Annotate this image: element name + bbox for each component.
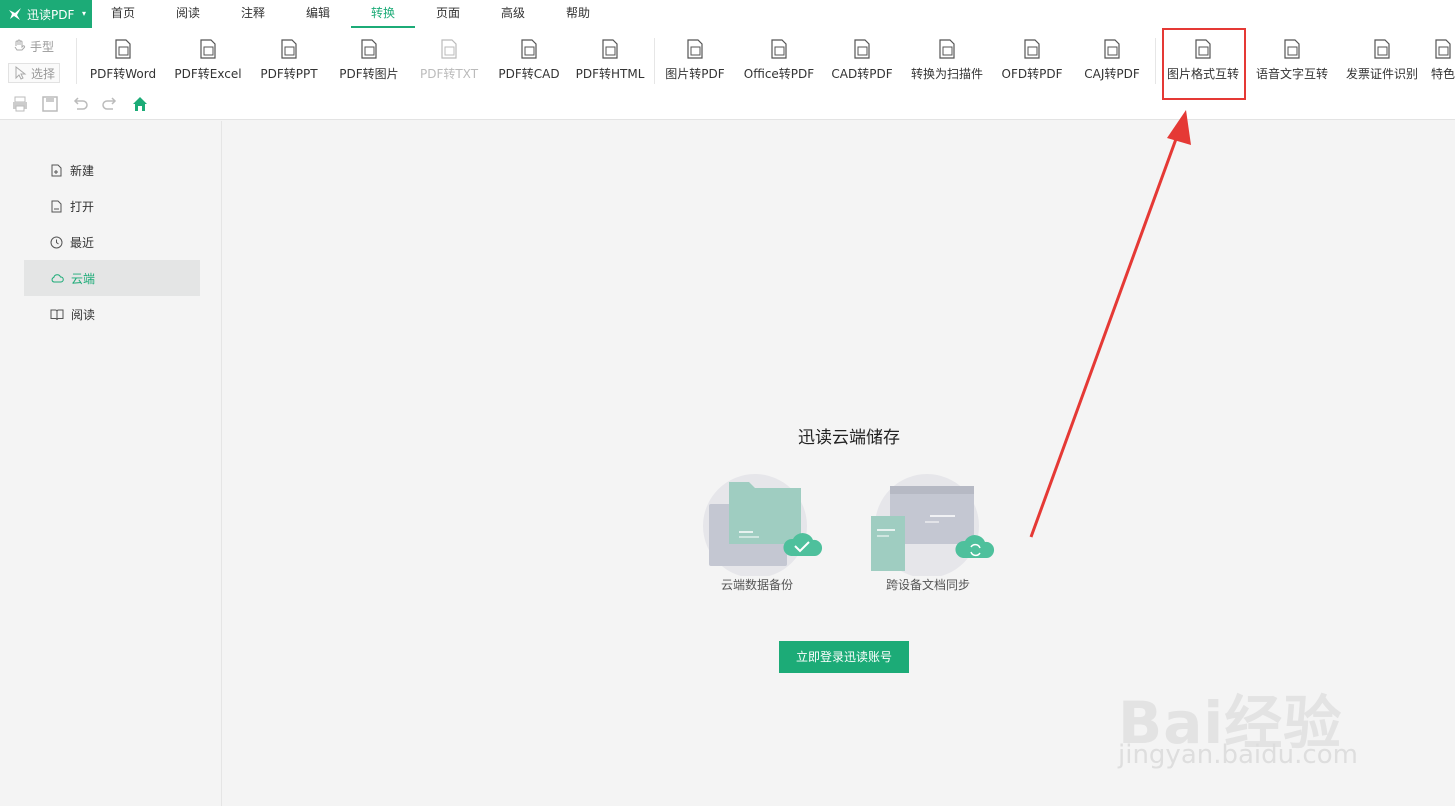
- menu-advanced[interactable]: 高级: [481, 0, 545, 28]
- menu-convert[interactable]: 转换: [351, 0, 415, 28]
- sidebar-item-cloud[interactable]: 云端: [24, 260, 200, 296]
- hand-icon: [14, 39, 26, 51]
- tool-label: PDF转HTML: [575, 67, 645, 81]
- sidebar-label: 云端: [71, 271, 96, 286]
- image-file-icon: [361, 39, 377, 59]
- tool-button[interactable]: CAJ转PDF: [1084, 38, 1140, 88]
- select-mode-button[interactable]: 选择: [8, 63, 61, 83]
- highlight-box: [1162, 28, 1246, 100]
- tool-button[interactable]: PDF转PPT: [260, 38, 318, 88]
- tool-label: 语音文字互转: [1255, 67, 1328, 81]
- tool-button[interactable]: PDF转Excel: [174, 38, 242, 88]
- print-icon[interactable]: [11, 95, 29, 113]
- select-mode-label: 选择: [31, 66, 56, 81]
- menu-annotate[interactable]: 注释: [221, 0, 285, 28]
- menu-read[interactable]: 阅读: [156, 0, 220, 28]
- app-name: 迅读PDF: [27, 7, 75, 22]
- tool-label: Office转PDF: [743, 67, 815, 81]
- tool-label: CAD转PDF: [831, 67, 893, 81]
- redo-icon[interactable]: [101, 95, 119, 113]
- book-icon: [50, 309, 64, 320]
- open-file-icon: [51, 200, 62, 212]
- tool-label: 转换为扫描件: [910, 67, 983, 81]
- invoice-scan-icon: [1374, 39, 1390, 59]
- office-pdf-icon: [771, 39, 787, 59]
- tool-label: 发票证件识别: [1345, 67, 1418, 81]
- sidebar-item-new[interactable]: 新建: [24, 152, 200, 188]
- ofd-icon: [1024, 39, 1040, 59]
- sidebar-label: 打开: [70, 199, 95, 214]
- tool-button[interactable]: 语音文字互转: [1256, 38, 1328, 88]
- cad-icon: [521, 39, 537, 59]
- tool-button[interactable]: PDF转TXT: [420, 38, 478, 88]
- tool-button[interactable]: Office转PDF: [744, 38, 814, 88]
- tool-label: PDF转Word: [89, 67, 157, 81]
- menu-page[interactable]: 页面: [416, 0, 480, 28]
- clock-icon: [50, 236, 63, 248]
- cloud-backup-label: 云端数据备份: [720, 578, 793, 592]
- device-sync-illustration: [871, 474, 995, 576]
- undo-icon[interactable]: [71, 95, 89, 113]
- sidebar-label: 阅读: [71, 307, 96, 322]
- tool-button[interactable]: PDF转图片: [339, 38, 399, 88]
- menu-home[interactable]: 首页: [91, 0, 155, 28]
- cursor-icon: [15, 66, 27, 80]
- caret-down-icon: ▾: [81, 9, 86, 18]
- tool-button[interactable]: PDF转CAD: [498, 38, 560, 88]
- voice-text-icon: [1284, 39, 1300, 59]
- menu-help[interactable]: 帮助: [546, 0, 610, 28]
- new-file-icon: [51, 164, 62, 176]
- sidebar-item-open[interactable]: 打开: [24, 188, 200, 224]
- sidebar-label: 最近: [70, 235, 95, 250]
- html-icon: [602, 39, 618, 59]
- ppt-icon: [281, 39, 297, 59]
- app-logo-icon: [9, 8, 21, 20]
- tool-button[interactable]: 转换为扫描件: [911, 38, 983, 88]
- hand-mode-label: 手型: [30, 39, 55, 54]
- tool-button[interactable]: PDF转HTML: [575, 38, 645, 88]
- tool-button[interactable]: 发票证件识别: [1346, 38, 1418, 88]
- menu-edit[interactable]: 编辑: [286, 0, 350, 28]
- save-icon[interactable]: [41, 95, 59, 113]
- txt-icon: [441, 39, 457, 59]
- device-sync-label: 跨设备文档同步: [885, 578, 970, 592]
- tool-button[interactable]: 特色: [1431, 38, 1455, 88]
- tool-label: PDF转图片: [339, 67, 399, 81]
- tool-button[interactable]: CAD转PDF: [831, 38, 893, 88]
- login-button[interactable]: 立即登录迅读账号: [779, 641, 909, 673]
- tool-label: PDF转PPT: [260, 67, 318, 81]
- tool-label: OFD转PDF: [1001, 67, 1063, 81]
- tool-label: 特色: [1430, 67, 1455, 81]
- word-icon: [115, 39, 131, 59]
- home-icon[interactable]: [131, 95, 149, 113]
- tool-button[interactable]: OFD转PDF: [1001, 38, 1063, 88]
- sidebar-label: 新建: [70, 163, 95, 178]
- watermark-url: jingyan.baidu.com: [1118, 740, 1358, 770]
- tool-label: PDF转Excel: [174, 67, 242, 81]
- feature-icon: [1435, 39, 1451, 59]
- toolbar-divider: [654, 38, 655, 84]
- cloud-icon: [51, 273, 64, 282]
- cad-pdf-icon: [854, 39, 870, 59]
- caj-icon: [1104, 39, 1120, 59]
- toolbar-divider: [1155, 38, 1156, 84]
- menu-bar: 迅读PDF ▾ 首页 阅读 注释 编辑 转换 页面 高级 帮助: [0, 0, 1455, 28]
- tool-button[interactable]: PDF转Word: [90, 38, 156, 88]
- tool-label: 图片转PDF: [665, 67, 725, 81]
- app-menu-button[interactable]: 迅读PDF ▾: [0, 0, 92, 28]
- scan-icon: [939, 39, 955, 59]
- toolbar-divider: [76, 38, 77, 84]
- tool-label: CAJ转PDF: [1084, 67, 1140, 81]
- tool-label: PDF转TXT: [419, 67, 479, 81]
- tool-label: PDF转CAD: [498, 67, 560, 81]
- cloud-title: 迅读云端储存: [798, 428, 900, 448]
- sidebar-item-recent[interactable]: 最近: [24, 224, 200, 260]
- hand-mode-button[interactable]: 手型: [8, 36, 58, 56]
- left-sidebar: 新建 打开 最近 云端 阅读: [0, 121, 222, 806]
- excel-icon: [200, 39, 216, 59]
- sidebar-item-read[interactable]: 阅读: [24, 296, 200, 332]
- tool-button[interactable]: 图片转PDF: [665, 38, 725, 88]
- pdf-icon: [687, 39, 703, 59]
- cloud-backup-illustration: [703, 474, 823, 576]
